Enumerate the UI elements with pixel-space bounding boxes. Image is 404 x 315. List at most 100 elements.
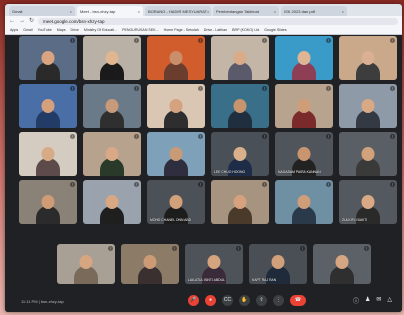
raise-hand-icon[interactable]: ✋ <box>239 295 250 306</box>
participant-tile[interactable]: ⋮ <box>19 180 77 224</box>
participant-tile[interactable]: ⋮ <box>275 180 333 224</box>
browser-tab[interactable]: Pembentangan Taklimat × <box>213 6 279 16</box>
participant-menu-icon[interactable]: ⋮ <box>326 86 331 91</box>
participant-menu-icon[interactable]: ⋮ <box>262 182 267 187</box>
participant-tile[interactable]: ⋮ LEE CHUO HOONG <box>211 132 269 176</box>
participant-tile[interactable]: ⋮ <box>339 84 397 128</box>
participant-tile[interactable]: ⋮ <box>57 244 115 284</box>
participant-tile[interactable]: ⋮ <box>211 84 269 128</box>
close-tab-icon[interactable]: × <box>342 9 344 14</box>
participant-menu-icon[interactable]: ⋮ <box>70 134 75 139</box>
bookmark-item[interactable]: Google Slides <box>264 28 286 32</box>
participant-menu-icon[interactable]: ⋮ <box>70 182 75 187</box>
participant-face <box>169 147 183 161</box>
participant-tile[interactable]: ⋮ <box>211 180 269 224</box>
participant-menu-icon[interactable]: ⋮ <box>262 38 267 43</box>
participant-tile[interactable]: ⋮ <box>313 244 371 284</box>
call-controls: 🎤 ● CC ✋ ⇧ ⋮ ☎ <box>188 295 306 306</box>
back-icon[interactable]: ← <box>9 18 15 24</box>
bookmark-item[interactable]: Maps <box>57 28 66 32</box>
participant-menu-icon[interactable]: ⋮ <box>70 86 75 91</box>
camera-off-icon[interactable]: ● <box>205 295 216 306</box>
participant-tile[interactable]: ⋮ <box>275 36 333 80</box>
participant-menu-icon[interactable]: ⋮ <box>364 246 369 251</box>
more-options-icon[interactable]: ⋮ <box>273 295 284 306</box>
participant-menu-icon[interactable]: ⋮ <box>300 246 305 251</box>
tab-label: Pembentangan Taklimat <box>216 8 259 14</box>
participant-tile[interactable]: ⋮ KAPT RAJ RAN <box>249 244 307 284</box>
participant-menu-icon[interactable]: ⋮ <box>390 182 395 187</box>
participant-menu-icon[interactable]: ⋮ <box>390 38 395 43</box>
bookmark-item[interactable]: Ministry Of Educati... <box>84 28 117 32</box>
info-icon[interactable]: ⓘ <box>353 296 359 305</box>
participant-tile[interactable]: ⋮ <box>147 84 205 128</box>
participant-menu-icon[interactable]: ⋮ <box>198 86 203 91</box>
participant-menu-icon[interactable]: ⋮ <box>198 38 203 43</box>
captions-icon[interactable]: CC <box>222 295 233 306</box>
mic-off-icon[interactable]: 🎤 <box>188 295 199 306</box>
participant-menu-icon[interactable]: ⋮ <box>134 38 139 43</box>
activities-icon[interactable]: △ <box>387 296 392 305</box>
participant-tile[interactable]: ⋮ <box>275 84 333 128</box>
participant-menu-icon[interactable]: ⋮ <box>326 182 331 187</box>
participant-tile[interactable]: ⋮ <box>83 84 141 128</box>
participant-menu-icon[interactable]: ⋮ <box>236 246 241 251</box>
participant-tile[interactable]: ⋮ LAILATUL BINTI ABDUL <box>185 244 243 284</box>
participant-tile[interactable]: ⋮ ZULKIFLI BAKTI <box>339 180 397 224</box>
bookmark-item[interactable]: Drive - Latihan <box>204 28 227 32</box>
browser-tab[interactable]: Gmail × <box>9 6 75 16</box>
participant-menu-icon[interactable]: ⋮ <box>172 246 177 251</box>
bookmark-item[interactable]: Drive <box>71 28 79 32</box>
meet-control-bar: 11:11 PM | bsn-xhzy-tap 🎤 ● CC ✋ ⇧ ⋮ ☎ ⓘ… <box>5 290 402 312</box>
participant-tile[interactable]: ⋮ <box>339 132 397 176</box>
forward-icon[interactable]: → <box>19 18 25 24</box>
browser-tab[interactable]: ISK 2023 dan pdf × <box>281 6 347 16</box>
browser-tab[interactable]: Meet - bsn-xhzy-tap × <box>77 6 143 16</box>
participant-menu-icon[interactable]: ⋮ <box>108 246 113 251</box>
participant-face <box>233 195 247 209</box>
participant-tile[interactable]: ⋮ <box>147 132 205 176</box>
participant-tile[interactable]: ⋮ <box>211 36 269 80</box>
bookmark-item[interactable]: YouTube <box>38 28 52 32</box>
participant-menu-icon[interactable]: ⋮ <box>262 86 267 91</box>
participant-menu-icon[interactable]: ⋮ <box>134 182 139 187</box>
participant-tile[interactable]: ⋮ <box>121 244 179 284</box>
participant-tile[interactable]: ⋮ <box>339 36 397 80</box>
bookmark-item[interactable]: PENGURUSAN SEK... <box>122 28 159 32</box>
end-call-button[interactable]: ☎ <box>290 295 306 306</box>
people-icon[interactable]: ♟ <box>365 296 370 305</box>
participant-menu-icon[interactable]: ⋮ <box>134 134 139 139</box>
participant-tile[interactable]: ⋮ <box>19 132 77 176</box>
participant-tile[interactable]: ⋮ <box>19 84 77 128</box>
participant-menu-icon[interactable]: ⋮ <box>390 86 395 91</box>
participant-menu-icon[interactable]: ⋮ <box>134 86 139 91</box>
participant-menu-icon[interactable]: ⋮ <box>70 38 75 43</box>
bookmark-item[interactable]: Home Page - Sekolah <box>164 28 199 32</box>
participant-tile[interactable]: ⋮ <box>83 180 141 224</box>
participant-menu-icon[interactable]: ⋮ <box>390 134 395 139</box>
close-tab-icon[interactable]: × <box>70 9 72 14</box>
participant-tile[interactable]: ⋮ NAGASAM PAIRA KANNAN <box>275 132 333 176</box>
participant-tile[interactable]: ⋮ <box>83 36 141 80</box>
close-tab-icon[interactable]: × <box>207 9 209 14</box>
close-tab-icon[interactable]: × <box>138 9 140 14</box>
participant-menu-icon[interactable]: ⋮ <box>262 134 267 139</box>
reload-icon[interactable]: ↻ <box>29 18 34 24</box>
participant-tile[interactable]: ⋮ <box>19 36 77 80</box>
url-input[interactable]: meet.google.com/bsn-xhzy-tap <box>38 17 398 25</box>
close-tab-icon[interactable]: × <box>274 9 276 14</box>
participant-menu-icon[interactable]: ⋮ <box>198 182 203 187</box>
participant-tile[interactable]: ⋮ <box>83 132 141 176</box>
bookmark-item[interactable]: BRP (KOKO) Ltd <box>232 28 259 32</box>
participant-tile[interactable]: ⋮ MOHD CHANEL ONN ABD <box>147 180 205 224</box>
chat-icon[interactable]: ✉ <box>376 296 381 305</box>
bookmark-item[interactable]: Gmail <box>23 28 32 32</box>
participant-menu-icon[interactable]: ⋮ <box>326 38 331 43</box>
present-icon[interactable]: ⇧ <box>256 295 267 306</box>
participant-menu-icon[interactable]: ⋮ <box>326 134 331 139</box>
participant-name: NAGASAM PAIRA KANNAN <box>278 170 321 174</box>
browser-tab[interactable]: BORANG - HADIR MESYUARAT × <box>145 6 211 16</box>
bookmark-item[interactable]: Apps <box>10 28 18 32</box>
participant-tile[interactable]: ⋮ <box>147 36 205 80</box>
participant-menu-icon[interactable]: ⋮ <box>198 134 203 139</box>
